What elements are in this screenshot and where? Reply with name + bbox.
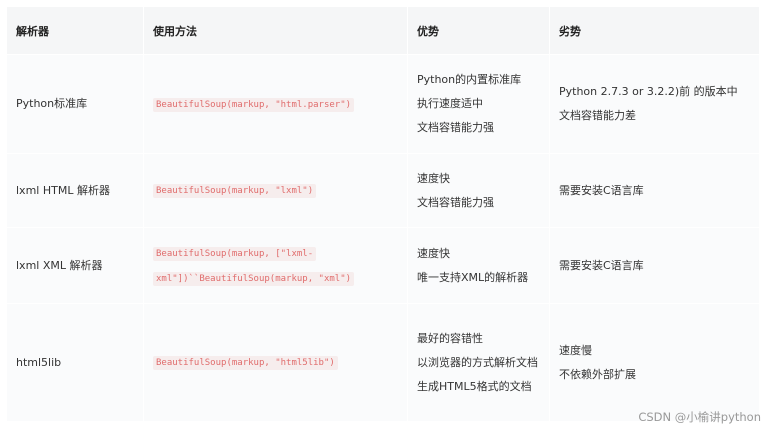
header-parser: 解析器 [7,7,144,55]
advantages-cell: 速度快 文档容错能力强 [408,154,550,228]
watermark: CSDN @小榆讲python [638,410,761,424]
advantages-cell: 最好的容错性 以浏览器的方式解析文档 生成HTML5格式的文档 [408,304,550,422]
parser-name: lxml HTML 解析器 [7,154,144,228]
header-usage: 使用方法 [144,7,408,55]
table-row: Python标准库 BeautifulSoup(markup, "html.pa… [7,55,760,154]
usage-code: BeautifulSoup(markup, "lxml") [153,184,317,198]
table-row: lxml XML 解析器 BeautifulSoup(markup, ["lxm… [7,228,760,304]
disadvantage-item: Python 2.7.3 or 3.2.2)前 的版本中 [559,85,738,98]
parser-comparison-table: 解析器 使用方法 优势 劣势 Python标准库 BeautifulSoup(m… [7,7,760,422]
advantage-item: 速度快 [417,246,450,260]
parser-name: Python标准库 [7,55,144,154]
advantage-item: 速度快 [417,171,450,185]
advantage-item: 文档容错能力强 [417,195,494,209]
table-header-row: 解析器 使用方法 优势 劣势 [7,7,760,55]
disadvantages-cell: 需要安装C语言库 [550,228,760,304]
advantage-item: 文档容错能力强 [417,121,494,134]
disadvantage-item: 速度慢 [559,343,592,357]
header-advantages: 优势 [408,7,550,55]
usage-code: BeautifulSoup(markup, ["lxml-xml"])``Bea… [153,246,355,286]
table-row: html5lib BeautifulSoup(markup, "html5lib… [7,304,760,422]
parser-name: html5lib [7,304,144,422]
parser-name: lxml XML 解析器 [7,228,144,304]
advantages-cell: Python的内置标准库 执行速度适中 文档容错能力强 [408,55,550,154]
advantage-item: 以浏览器的方式解析文档 [417,355,538,369]
advantage-item: 生成HTML5格式的文档 [417,379,532,393]
disadvantage-item: 不依赖外部扩展 [559,367,636,381]
table-row: lxml HTML 解析器 BeautifulSoup(markup, "lxm… [7,154,760,228]
disadvantage-item: 需要安装C语言库 [559,183,644,197]
usage-cell: BeautifulSoup(markup, ["lxml-xml"])``Bea… [144,228,408,304]
advantage-item: 唯一支持XML的解析器 [417,270,529,284]
usage-cell: BeautifulSoup(markup, "html.parser") [144,55,408,154]
usage-cell: BeautifulSoup(markup, "html5lib") [144,304,408,422]
advantage-item: 最好的容错性 [417,331,483,345]
disadvantage-item: 文档容错能力差 [559,109,636,122]
usage-cell: BeautifulSoup(markup, "lxml") [144,154,408,228]
advantage-item: Python的内置标准库 [417,73,522,86]
disadvantage-item: 需要安装C语言库 [559,258,644,272]
disadvantages-cell: 速度慢 不依赖外部扩展 [550,304,760,422]
disadvantages-cell: 需要安装C语言库 [550,154,760,228]
header-disadvantages: 劣势 [550,7,760,55]
disadvantages-cell: Python 2.7.3 or 3.2.2)前 的版本中 文档容错能力差 [550,55,760,154]
advantage-item: 执行速度适中 [417,97,483,110]
advantages-cell: 速度快 唯一支持XML的解析器 [408,228,550,304]
usage-code: BeautifulSoup(markup, "html.parser") [153,97,355,112]
usage-code: BeautifulSoup(markup, "html5lib") [153,356,338,370]
